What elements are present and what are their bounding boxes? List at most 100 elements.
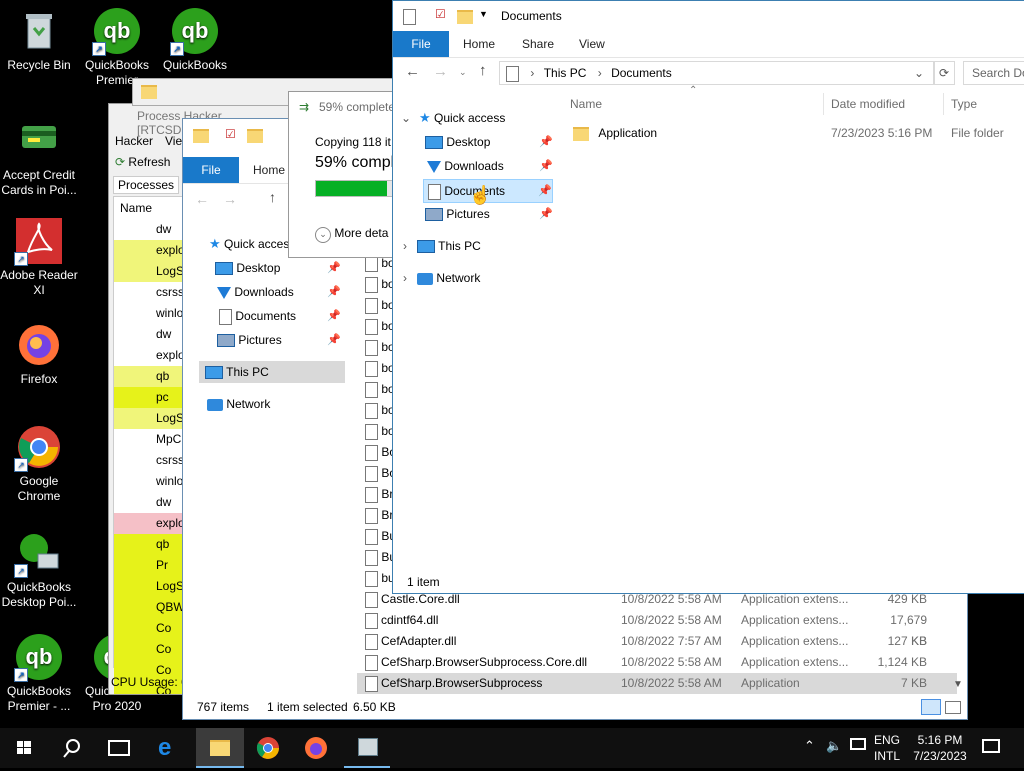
nav-documents[interactable]: Documents 📌 (219, 305, 341, 327)
column-type[interactable]: Type (951, 97, 977, 111)
network-tray-icon[interactable] (850, 738, 866, 750)
up-button[interactable]: ↑ (269, 189, 276, 205)
computer-icon (205, 366, 223, 380)
quickbooks-icon: qb ↗ (14, 634, 62, 682)
chrome-taskbar-icon[interactable] (256, 736, 280, 763)
file-type: Application (741, 676, 800, 690)
nav-quick-access[interactable]: ★ Quick access (419, 107, 505, 129)
file-size: 1,124 KB (877, 655, 927, 669)
clock[interactable]: 5:16 PM 7/23/2023 (910, 732, 970, 764)
navigation-pane: ⌄ ★ Quick access Desktop 📌 Downloads 📌 Doc… (393, 101, 553, 571)
tab-view[interactable]: View (579, 31, 605, 57)
percent-text: 59% compl (315, 154, 395, 171)
show-hidden-icons-icon[interactable]: ⌃ (804, 738, 815, 754)
desktop-icon-quickbooks-premier-2[interactable]: qb ↗ QuickBooks Premier - ... (0, 634, 78, 714)
tab-home[interactable]: Home (463, 31, 495, 57)
file-row[interactable]: cdintf64.dll 10/8/2022 5:58 AM Application… (357, 610, 957, 648)
expand-chevron-icon[interactable]: ⌄ (401, 107, 411, 129)
mouse-cursor-icon: ☝ (469, 185, 492, 205)
tab-file[interactable]: File (183, 157, 239, 183)
documents-icon (506, 65, 519, 82)
tab-share[interactable]: Share (522, 31, 554, 57)
file-date: 10/8/2022 7:57 AM (621, 634, 722, 648)
more-details-button[interactable]: ⌄ More deta (315, 226, 388, 243)
back-button[interactable]: ← (195, 191, 209, 207)
folder-icon (573, 126, 589, 141)
nav-pictures[interactable]: Pictures 📌 (217, 329, 341, 351)
recent-locations-icon[interactable]: ⌄ (459, 67, 467, 78)
input-language[interactable]: ENG INTL (874, 732, 900, 764)
start-button[interactable] (0, 728, 48, 768)
tab-processes[interactable]: Processes (113, 176, 180, 194)
window-title: Documents (501, 9, 562, 23)
refresh-icon[interactable]: ⟳ (933, 61, 955, 85)
file-row[interactable]: CefAdapter.dll 10/8/2022 7:57 AM Applicati… (357, 631, 957, 652)
speaker-icon[interactable]: 🔈 (826, 738, 842, 754)
forward-button[interactable]: → (433, 63, 448, 80)
nav-network[interactable]: Network (417, 267, 480, 289)
expand-chevron-icon[interactable]: › (403, 235, 407, 257)
desktop-icon-accept-credit-cards[interactable]: Accept Credit Cards in Poi... (0, 118, 78, 198)
shortcut-arrow-icon: ↗ (92, 42, 106, 56)
desktop-icon-adobe-reader[interactable]: ↗ Adobe Reader XI (0, 218, 78, 298)
search-input[interactable]: Search Do (963, 61, 1024, 85)
address-dropdown-icon[interactable]: ⌄ (914, 62, 924, 84)
explorer-documents-window[interactable]: ☑ ▼ Documents File Home Share View ← → ⌄… (392, 0, 1024, 594)
task-view-icon[interactable] (108, 740, 130, 756)
tab-home[interactable]: Home (253, 157, 285, 183)
column-name[interactable]: Name (120, 201, 152, 215)
nav-quick-access[interactable]: ★ Quick acces (209, 233, 289, 255)
action-center-icon[interactable] (982, 739, 1000, 753)
menu-hacker[interactable]: Hacker (115, 134, 153, 148)
file-row[interactable]: Application 7/23/2023 5:16 PM File folde… (569, 122, 1024, 144)
nav-network[interactable]: Network (207, 393, 270, 415)
column-name[interactable]: Name (570, 97, 602, 111)
copy-progress-dialog[interactable]: ⇉ 59% complete Copying 118 it 59% compl … (288, 91, 400, 258)
file-date: 10/8/2022 5:58 AM (621, 655, 722, 669)
network-icon (207, 398, 223, 411)
nav-downloads[interactable]: Downloads 📌 (217, 281, 341, 303)
pin-icon: 📌 (327, 286, 341, 298)
column-date-modified[interactable]: Date modified (831, 97, 905, 111)
search-icon[interactable] (60, 734, 84, 762)
scrollbar-down-icon[interactable]: ▼ (953, 679, 963, 690)
desktop-icon-google-chrome[interactable]: ↗ Google Chrome (0, 424, 78, 504)
back-button[interactable]: ← (405, 63, 420, 80)
details-view-icon[interactable] (921, 699, 941, 715)
breadcrumb-this-pc[interactable]: This PC (544, 66, 587, 80)
file-explorer-taskbar-icon[interactable] (196, 728, 244, 768)
file-row[interactable]: CefSharp.BrowserSubprocess.Core.dll 10/8/… (357, 652, 957, 673)
up-button[interactable]: ↑ (479, 62, 487, 79)
forward-button[interactable]: → (223, 191, 237, 207)
file-type: Application extens... (741, 613, 849, 627)
process-hacker-taskbar-icon[interactable] (344, 728, 390, 768)
refresh-button[interactable]: ⟳ Refresh (115, 155, 170, 169)
desktop-icon-quickbooks[interactable]: qb ↗ QuickBooks (156, 8, 234, 73)
nav-desktop[interactable]: Desktop 📌 (215, 257, 341, 279)
pin-icon: 📌 (327, 262, 341, 274)
tab-file[interactable]: File (393, 31, 449, 57)
expand-chevron-icon[interactable]: › (403, 267, 407, 289)
internet-explorer-icon[interactable]: e (158, 734, 171, 762)
nav-pictures[interactable]: Pictures 📌 (425, 203, 553, 225)
desktop-icon-recycle-bin[interactable]: Recycle Bin (0, 8, 78, 73)
breadcrumb-documents[interactable]: Documents (611, 66, 672, 80)
address-bar[interactable]: › This PC › Documents ⌄ (499, 61, 935, 85)
status-size: 6.50 KB (353, 700, 396, 714)
dropdown-icon[interactable]: ▼ (479, 9, 488, 19)
desktop-icon-quickbooks-premier[interactable]: qb ↗ QuickBooks Premier (78, 8, 156, 88)
nav-desktop[interactable]: Desktop 📌 (425, 131, 553, 153)
pictures-icon (425, 208, 443, 222)
nav-this-pc[interactable]: This PC (417, 235, 481, 257)
shortcut-arrow-icon: ↗ (170, 42, 184, 56)
nav-downloads[interactable]: Downloads 📌 (427, 155, 553, 177)
desktop-icon-firefox[interactable]: Firefox (0, 322, 78, 387)
menu-view[interactable]: Vie (165, 134, 182, 148)
pin-icon: 📌 (327, 310, 341, 322)
large-icons-view-icon[interactable] (945, 701, 961, 714)
desktop-icon-quickbooks-pos[interactable]: ↗ QuickBooks Desktop Poi... (0, 530, 78, 610)
firefox-taskbar-icon[interactable] (304, 736, 328, 763)
file-row[interactable]: CefSharp.BrowserSubprocess 10/8/2022 5:58… (357, 673, 957, 694)
file-icon (365, 675, 378, 692)
nav-this-pc[interactable]: This PC (199, 361, 345, 383)
